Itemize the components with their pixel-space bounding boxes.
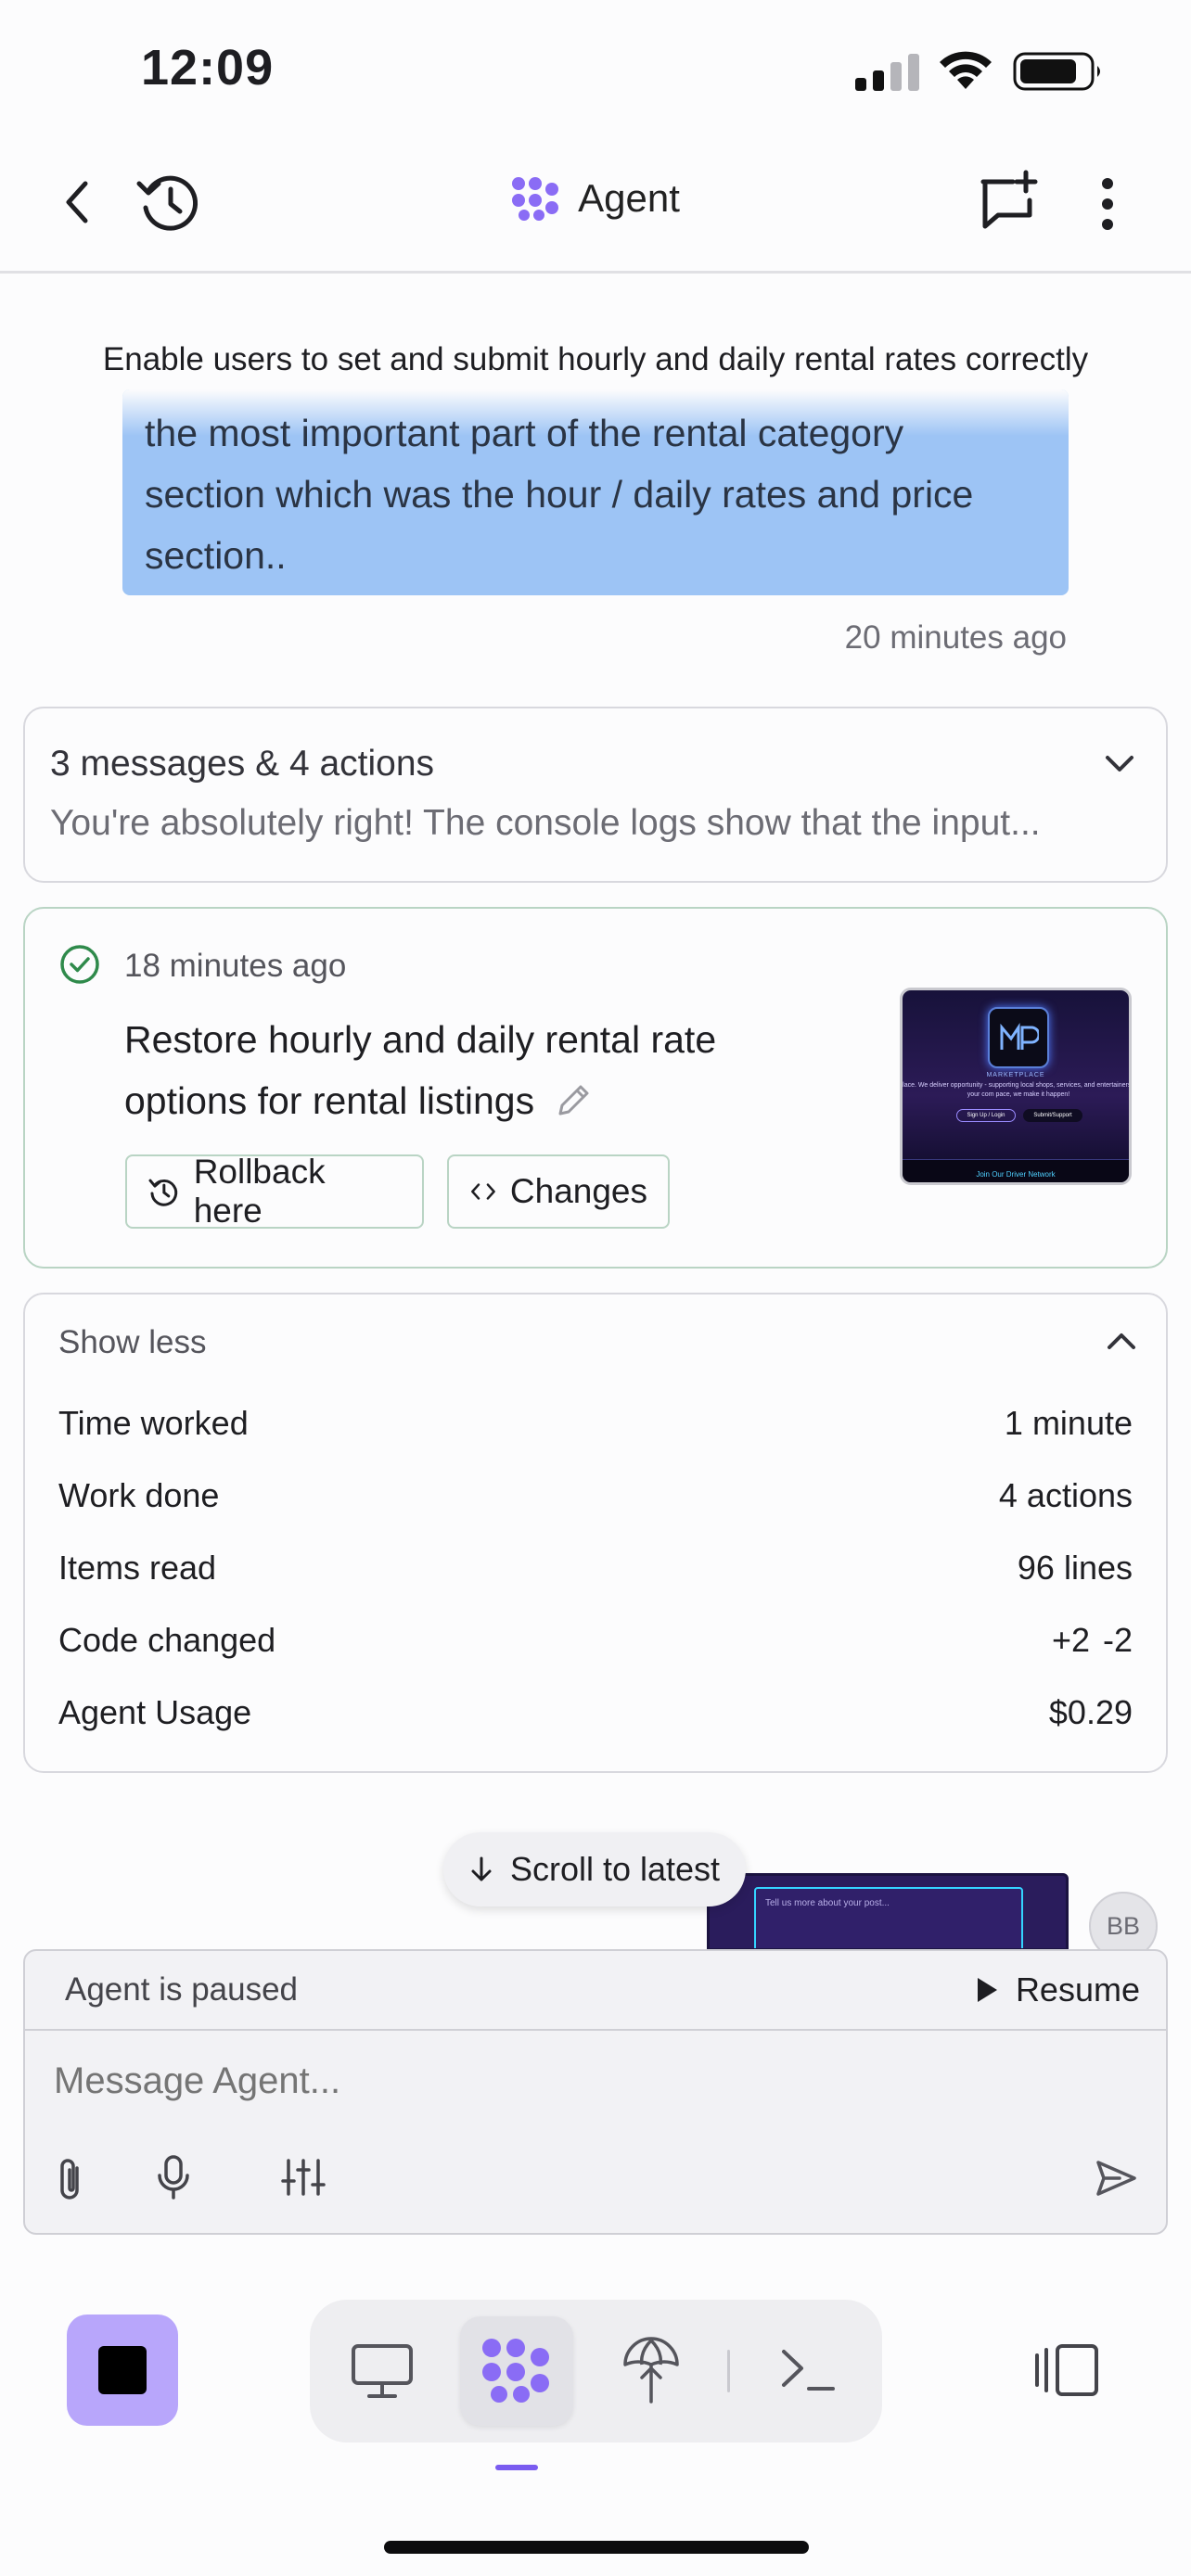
- stat-label: Agent Usage: [58, 1693, 252, 1731]
- resume-label: Resume: [1015, 1970, 1140, 2009]
- thumbnail-heading: MARKETPLACE: [986, 1072, 1045, 1078]
- checkpoint-title-line: Restore hourly and daily rental rate: [124, 1018, 717, 1061]
- thumbnail-footer: Join Our Driver Network: [976, 1170, 1056, 1179]
- header-divider: [0, 271, 1191, 274]
- stat-label: Code changed: [58, 1621, 276, 1659]
- show-less-toggle[interactable]: Show less: [58, 1324, 207, 1361]
- lines-added-value: +2: [1051, 1621, 1090, 1659]
- paperclip-icon[interactable]: [53, 2155, 86, 2203]
- new-chat-icon[interactable]: [976, 167, 1043, 234]
- panels-toggle-icon[interactable]: [1033, 2340, 1102, 2400]
- stat-label: Items read: [58, 1549, 217, 1587]
- user-message-timestamp: 20 minutes ago: [844, 619, 1067, 656]
- stat-value: 1 minute: [1004, 1404, 1133, 1442]
- actions-summary-title: 3 messages & 4 actions: [50, 744, 435, 784]
- pencil-icon[interactable]: [553, 1080, 594, 1121]
- user-message-line: the most important part of the rental ca…: [145, 412, 904, 454]
- stat-label: Time worked: [58, 1404, 249, 1442]
- preview-placeholder-text: Tell us more about your post...: [765, 1898, 890, 1908]
- stat-row-agent-usage: Agent Usage $0.29: [58, 1693, 1133, 1732]
- agent-paused-bar: Agent is paused Resume: [25, 1951, 1166, 2031]
- chevron-down-icon[interactable]: [1104, 753, 1135, 775]
- scroll-to-latest-label: Scroll to latest: [509, 1850, 721, 1888]
- battery-icon: [1013, 52, 1104, 91]
- lines-removed-value: -2: [1102, 1621, 1133, 1659]
- changes-button[interactable]: Changes: [447, 1154, 670, 1229]
- message-input[interactable]: [54, 2060, 981, 2102]
- scroll-to-latest-button[interactable]: Scroll to latest: [443, 1832, 746, 1906]
- thumbnail-button-signup: Sign Up / Login: [956, 1109, 1016, 1122]
- stop-icon: [98, 2346, 147, 2394]
- thumbnail-button-support: Submit/Support: [1023, 1109, 1082, 1122]
- status-time: 12:09: [141, 40, 275, 96]
- stat-value: 96 lines: [1017, 1549, 1133, 1587]
- resume-button[interactable]: Resume: [975, 1970, 1140, 2009]
- signal-icon: [855, 54, 922, 91]
- header-title-text: Agent: [578, 176, 680, 220]
- user-message-line: section which was the hour / daily rates…: [145, 473, 974, 516]
- home-indicator: [384, 2541, 809, 2554]
- actions-summary-preview: You're absolutely right! The console log…: [50, 803, 1041, 843]
- checkpoint-time: 18 minutes ago: [124, 948, 347, 984]
- message-preview-image[interactable]: Tell us more about your post...: [707, 1873, 1069, 1951]
- stop-button[interactable]: [67, 2315, 178, 2426]
- stat-row-work-done: Work done 4 actions: [58, 1476, 1133, 1515]
- more-options-icon[interactable]: [1100, 176, 1115, 232]
- stat-value: $0.29: [1048, 1693, 1133, 1731]
- wifi-icon: [937, 48, 994, 91]
- nav-shell-icon[interactable]: [779, 2346, 837, 2394]
- nav-divider: [727, 2350, 730, 2392]
- nav-agent-icon[interactable]: [480, 2337, 553, 2404]
- check-circle-icon: [59, 944, 100, 985]
- agent-logo-icon: [512, 177, 559, 221]
- checkpoint-title-line: options for rental listings: [124, 1079, 535, 1122]
- task-title: Enable users to set and submit hourly an…: [102, 341, 1089, 377]
- arrow-down-icon: [471, 1856, 492, 1881]
- nav-deploy-icon[interactable]: [621, 2335, 681, 2405]
- rollback-icon: [148, 1179, 178, 1206]
- checkpoint-title: Restore hourly and daily rental rate opt…: [124, 1009, 792, 1131]
- stat-row-time-worked: Time worked 1 minute: [58, 1404, 1133, 1443]
- microphone-icon[interactable]: [155, 2153, 192, 2203]
- actions-summary-card[interactable]: [23, 707, 1168, 883]
- stat-value: 4 actions: [998, 1476, 1133, 1514]
- user-message-line: section..: [145, 534, 287, 577]
- settings-sliders-icon[interactable]: [281, 2157, 326, 2198]
- play-icon: [977, 1978, 997, 2002]
- stat-row-items-read: Items read 96 lines: [58, 1549, 1133, 1588]
- rollback-label: Rollback here: [193, 1153, 326, 1230]
- active-tab-indicator: [495, 2465, 538, 2470]
- marketplace-logo-icon: [1000, 1023, 1039, 1050]
- send-icon[interactable]: [1095, 2159, 1138, 2198]
- nav-preview-monitor-icon[interactable]: [351, 2342, 414, 2400]
- stat-label: Work done: [58, 1476, 220, 1514]
- chevron-up-icon[interactable]: [1106, 1330, 1137, 1352]
- stat-row-code-changed: Code changed +2 -2: [58, 1621, 1133, 1660]
- message-composer: Agent is paused Resume: [23, 1949, 1168, 2235]
- thumbnail-tagline: place. We deliver opportunity - supporti…: [900, 1082, 1132, 1098]
- agent-paused-text: Agent is paused: [65, 1971, 299, 2008]
- code-icon: [471, 1183, 495, 1200]
- user-message-bubble: the most important part of the rental ca…: [122, 389, 1069, 595]
- checkpoint-screenshot-thumbnail[interactable]: MARKETPLACE place. We deliver opportunit…: [900, 988, 1132, 1185]
- changes-label: Changes: [509, 1172, 647, 1210]
- rollback-button[interactable]: Rollback here: [125, 1153, 424, 1230]
